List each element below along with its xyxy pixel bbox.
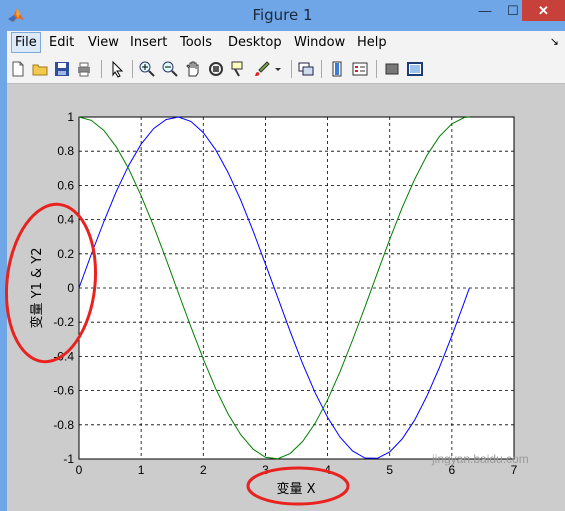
x-tick-label: 1 bbox=[138, 463, 145, 477]
y-tick-label: -0.6 bbox=[53, 384, 74, 398]
x-tick-label: 5 bbox=[386, 463, 393, 477]
y-tick-label: 1 bbox=[67, 110, 74, 124]
y-tick-label: -1 bbox=[63, 452, 74, 466]
x-tick-label: 0 bbox=[76, 463, 83, 477]
y-tick-label: 0.6 bbox=[57, 178, 74, 192]
figure-plot: 0 1 2 3 4 5 6 710.80.60.40.20-0.2-0.4-0.6-0.8-1… bbox=[4, 84, 565, 511]
y-tick-label: 0.4 bbox=[57, 213, 74, 227]
y-tick-label: -0.2 bbox=[53, 315, 74, 329]
y-axis-label: 变量 Y1 & Y2 bbox=[29, 248, 45, 329]
x-tick-label: 3 bbox=[262, 463, 269, 477]
watermark: jingyan.baidu.com bbox=[432, 452, 529, 466]
x-tick-label: 2 bbox=[200, 463, 207, 477]
y-tick-label: -0.8 bbox=[53, 418, 74, 432]
y-tick-label: 0.2 bbox=[57, 247, 74, 261]
y-tick-label: 0.8 bbox=[57, 144, 74, 158]
figure-window: Figure 1 — ☐ ✕ File Edit View Insert Too… bbox=[0, 0, 565, 511]
y-tick-label: 0 bbox=[67, 281, 74, 295]
x-axis-label: 变量 X bbox=[276, 481, 315, 497]
